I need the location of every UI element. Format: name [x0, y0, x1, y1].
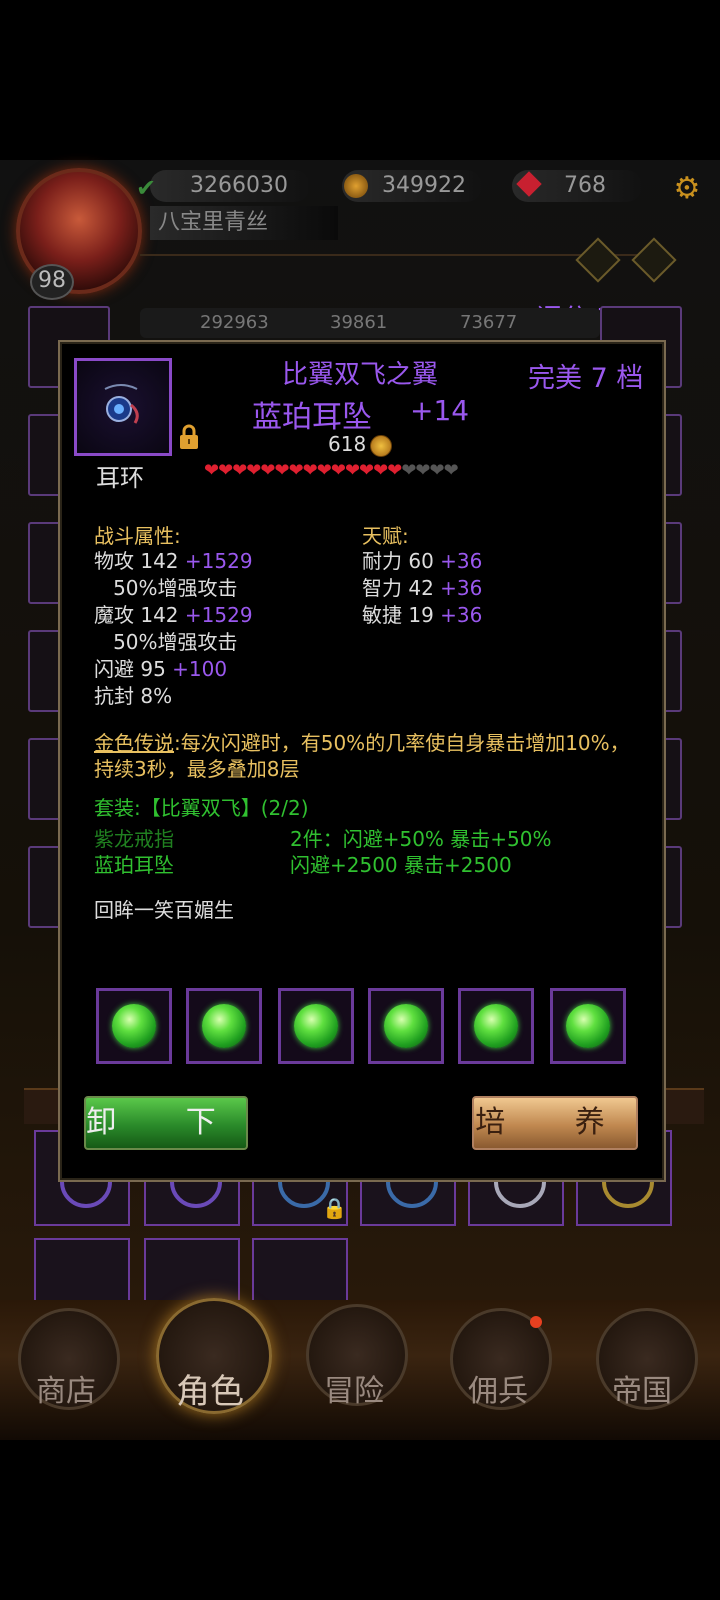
gem-socket[interactable]	[368, 988, 444, 1064]
stat-line: 闪避 95 +100	[94, 657, 228, 681]
notification-badge	[530, 1316, 542, 1328]
gem-socket[interactable]	[278, 988, 354, 1064]
item-icon	[74, 358, 172, 456]
heart-filled-icon: ❤	[232, 460, 247, 481]
unequip-button[interactable]: 卸 下	[84, 1096, 248, 1150]
nav-character[interactable]: 角色	[150, 1364, 270, 1413]
set-bonuses: 2件：闪避+50% 暴击+50% 闪避+2500 暴击+2500	[290, 826, 610, 878]
gold-coin-icon	[370, 434, 393, 457]
heart-filled-icon: ❤	[330, 460, 346, 481]
quality-tier: 完美 7 档	[528, 363, 644, 394]
stat-line: 魔攻 142 +1529	[94, 603, 253, 627]
talent-list: 耐力 60 +36 智力 42 +36 敏捷 19 +36	[362, 548, 602, 629]
set-name: 套装:【比翼双飞】(2/2)	[94, 796, 309, 820]
stat-line: 物攻 142 +1529	[94, 549, 253, 573]
cultivate-button[interactable]: 培 养	[472, 1096, 638, 1150]
heart-filled-icon: ❤	[316, 460, 332, 481]
earring-pendant-icon	[104, 384, 139, 424]
heart-empty-icon: ❤	[415, 460, 430, 481]
settings-gear-icon[interactable]: ⚙	[672, 174, 702, 204]
green-gem-icon	[202, 1004, 246, 1048]
green-gem-icon	[112, 1004, 156, 1048]
legendary-effect: 金色传说:每次闪避时，有50%的几率使自身暴击增加10%，持续3秒，最多叠加8层	[94, 730, 634, 782]
lock-icon[interactable]	[176, 424, 202, 450]
heart-filled-icon: ❤	[359, 460, 374, 481]
talent-title: 天赋:	[362, 524, 409, 548]
nav-adventure[interactable]: 冒险	[294, 1366, 414, 1410]
heart-filled-icon: ❤	[373, 460, 388, 481]
stat-line: 50%增强攻击	[94, 630, 238, 654]
heart-filled-icon: ❤	[302, 460, 318, 481]
lock-icon: 🔒	[322, 1196, 347, 1220]
slot-type: 耳环	[96, 464, 144, 492]
power-resource: ✔ 3266030	[136, 170, 310, 202]
green-gem-icon	[294, 1004, 338, 1048]
green-swords-icon: ✔	[136, 174, 157, 202]
talent-line: 智力 42 +36	[362, 576, 483, 600]
heart-filled-icon: ❤	[344, 460, 360, 481]
stat-line: 50%增强攻击	[94, 576, 238, 600]
heart-filled-icon: ❤	[288, 460, 304, 481]
combat-stats-list: 物攻 142 +1529 50%增强攻击 魔攻 142 +1529 50%增强攻…	[94, 548, 354, 710]
set-piece: 蓝珀耳坠	[94, 853, 174, 877]
heart-empty-icon: ❤	[401, 460, 416, 481]
enhance-hearts: ❤❤❤❤❤❤❤❤❤❤❤❤❤❤❤❤❤❤	[204, 460, 459, 481]
item-price: 618	[328, 432, 393, 457]
heart-filled-icon: ❤	[387, 460, 402, 481]
legendary-text: :每次闪避时，有50%的几率使自身暴击增加10%，持续3秒，最多叠加8层	[94, 731, 630, 781]
talent-line: 敏捷 19 +36	[362, 603, 483, 627]
item-name: 蓝珀耳坠	[252, 400, 372, 435]
gold-coin-icon	[344, 174, 368, 198]
heart-filled-icon: ❤	[204, 460, 219, 481]
heart-filled-icon: ❤	[246, 460, 261, 481]
heart-empty-icon: ❤	[443, 460, 459, 481]
set-title: 比翼双飞之翼	[281, 360, 438, 390]
green-gem-icon	[384, 1004, 428, 1048]
nav-mercenary[interactable]: 佣兵	[438, 1366, 558, 1410]
legendary-label: 金色传说	[94, 731, 174, 755]
heart-filled-icon: ❤	[218, 460, 233, 481]
set-piece: 紫龙戒指	[94, 827, 174, 851]
nav-empire[interactable]: 帝国	[582, 1366, 702, 1410]
green-gem-icon	[566, 1004, 610, 1048]
player-level: 98	[30, 264, 74, 300]
green-gem-icon	[474, 1004, 518, 1048]
gem-socket[interactable]	[96, 988, 172, 1064]
nav-shop[interactable]: 商店	[6, 1366, 126, 1410]
combat-stats-title: 战斗属性:	[94, 524, 181, 548]
heart-filled-icon: ❤	[260, 460, 275, 481]
red-gem-icon	[516, 171, 542, 197]
gem-socket[interactable]	[458, 988, 534, 1064]
talent-line: 耐力 60 +36	[362, 549, 483, 573]
gem-socket[interactable]	[186, 988, 262, 1064]
set-bonus: 2件：闪避+50% 暴击+50%	[290, 827, 552, 851]
set-bonus: 闪避+2500 暴击+2500	[290, 853, 512, 877]
gold-resource: 349922	[342, 170, 482, 202]
stat-strip: 292963 39861 73677	[140, 308, 600, 338]
stat-line: 抗封 8%	[94, 684, 173, 708]
heart-empty-icon: ❤	[429, 460, 445, 481]
set-pieces: 紫龙戒指 蓝珀耳坠	[94, 826, 274, 878]
gem-resource: 768	[512, 170, 642, 202]
enhance-level: +14	[410, 394, 470, 427]
player-name: 八宝里青丝	[150, 206, 338, 240]
heart-filled-icon: ❤	[274, 460, 289, 481]
flavor-text: 回眸一笑百媚生	[94, 898, 234, 922]
gem-socket[interactable]	[550, 988, 626, 1064]
